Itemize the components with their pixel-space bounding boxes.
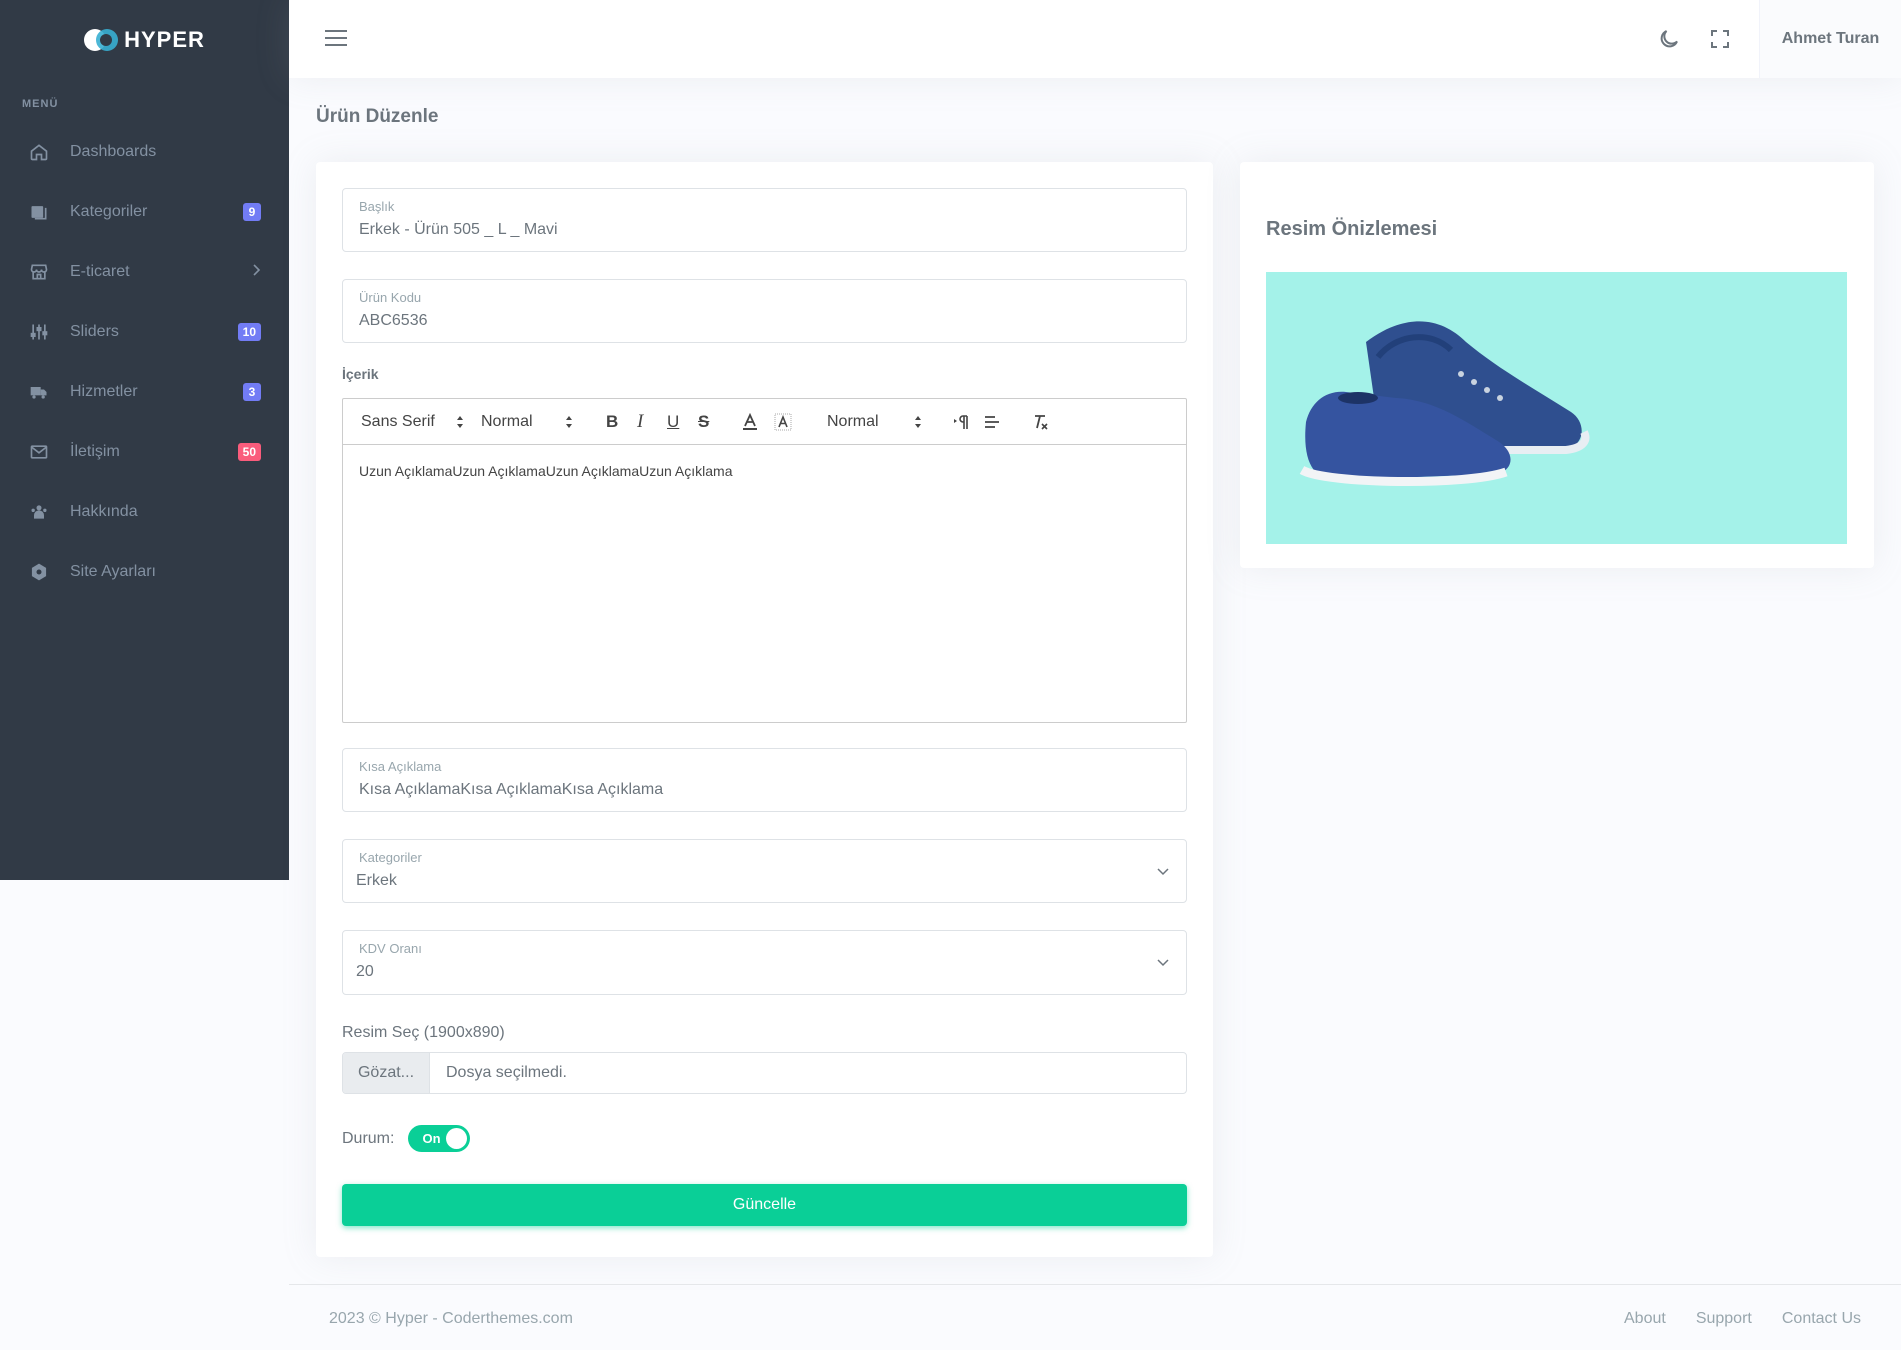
sliders-icon <box>28 321 50 343</box>
sidebar-item-label: Hakkında <box>70 503 138 520</box>
count-badge: 50 <box>237 443 261 461</box>
users-icon <box>28 501 50 523</box>
menu-toggle-icon[interactable] <box>325 30 347 48</box>
user-menu[interactable]: Ahmet Turan <box>1759 0 1901 78</box>
background-color-icon[interactable] <box>774 399 792 445</box>
image-file-input[interactable]: Gözat... Dosya seçilmedi. <box>342 1052 1187 1094</box>
layers-icon <box>28 201 50 223</box>
field-label: Başlık <box>359 199 395 214</box>
field-value: 20 <box>356 963 374 980</box>
icerik-label: İçerik <box>342 366 379 382</box>
sidebar-item-hizmetler[interactable]: Hizmetler 3 <box>0 362 289 422</box>
field-value: ABC6536 <box>359 312 428 329</box>
topbar: Ahmet Turan <box>289 0 1901 78</box>
align-icon[interactable] <box>983 399 1001 445</box>
kdv-select[interactable]: KDV Oranı 20 <box>342 930 1187 995</box>
sidebar-item-label: Dashboards <box>70 143 157 160</box>
size-select[interactable]: Normal <box>481 399 533 445</box>
sidebar-item-dashboards[interactable]: Dashboards <box>0 122 289 182</box>
footer: 2023 © Hyper - Coderthemes.com About Sup… <box>289 1284 1901 1350</box>
sidebar-item-site-ayarlari[interactable]: Site Ayarları <box>0 542 289 602</box>
text-color-icon[interactable] <box>741 399 759 445</box>
fullscreen-icon[interactable] <box>1708 27 1732 51</box>
kisa-aciklama-field[interactable]: Kısa Açıklama Kısa AçıklamaKısa Açıklama… <box>342 748 1187 812</box>
chevron-down-icon <box>1157 868 1169 876</box>
copyright: 2023 © Hyper - Coderthemes.com <box>329 1310 573 1327</box>
sidebar-item-iletisim[interactable]: İletişim 50 <box>0 422 289 482</box>
product-form-card: Başlık Erkek - Ürün 505 _ L _ Mavi Ürün … <box>316 162 1213 1257</box>
mail-icon <box>28 441 50 463</box>
moon-icon[interactable] <box>1657 27 1681 51</box>
field-label: Kısa Açıklama <box>359 759 442 774</box>
durum-label: Durum: <box>342 1129 395 1147</box>
sidebar-item-label: İletişim <box>70 443 120 460</box>
status-toggle[interactable]: On <box>408 1125 471 1152</box>
footer-link-support[interactable]: Support <box>1696 1310 1752 1328</box>
toggle-knob <box>446 1128 468 1149</box>
home-icon <box>28 141 50 163</box>
settings-icon <box>28 561 50 583</box>
status-row: Durum: On <box>342 1125 471 1152</box>
page-title: Ürün Düzenle <box>316 106 439 127</box>
chevron-right-icon <box>251 263 261 281</box>
editor-toolbar: Sans Serif Normal B I U S Normal <box>343 399 1186 445</box>
footer-links: About Support Contact Us <box>1624 1310 1861 1328</box>
count-badge: 10 <box>237 323 261 341</box>
shoe-image <box>1299 321 1590 487</box>
sidebar-item-label: Hizmetler <box>70 383 138 400</box>
underline-icon[interactable]: U <box>667 399 679 445</box>
preview-title: Resim Önizlemesi <box>1266 218 1438 240</box>
sidebar-item-label: Sliders <box>70 323 119 340</box>
product-image <box>1266 272 1847 544</box>
updown-icon <box>915 416 921 428</box>
footer-link-contact[interactable]: Contact Us <box>1782 1310 1861 1328</box>
store-icon <box>28 261 50 283</box>
field-value: Erkek <box>356 872 397 889</box>
update-button[interactable]: Güncelle <box>342 1184 1187 1226</box>
count-badge: 9 <box>243 203 261 221</box>
menu-title: MENÜ <box>22 98 59 110</box>
logo-icon <box>84 29 119 51</box>
bold-icon[interactable]: B <box>606 399 618 445</box>
brand-logo[interactable]: HYPER <box>0 0 289 80</box>
sidebar-item-kategoriler[interactable]: Kategoriler 9 <box>0 182 289 242</box>
brand-name: HYPER <box>124 27 205 52</box>
browse-button[interactable]: Gözat... <box>343 1053 430 1093</box>
image-preview-card: Resim Önizlemesi <box>1240 162 1874 568</box>
sidebar-item-hakkinda[interactable]: Hakkında <box>0 482 289 542</box>
baslik-field[interactable]: Başlık Erkek - Ürün 505 _ L _ Mavi <box>342 188 1187 252</box>
resim-label: Resim Seç (1900x890) <box>342 1024 505 1041</box>
sidebar-item-e-ticaret[interactable]: E-ticaret <box>0 242 289 302</box>
updown-icon <box>566 416 572 428</box>
toggle-state: On <box>422 1131 441 1146</box>
direction-icon[interactable] <box>953 399 971 445</box>
footer-link-about[interactable]: About <box>1624 1310 1666 1328</box>
header-select[interactable]: Normal <box>827 399 879 445</box>
field-label: Ürün Kodu <box>359 290 422 305</box>
clear-format-icon[interactable] <box>1031 399 1049 445</box>
sidebar-item-sliders[interactable]: Sliders 10 <box>0 302 289 362</box>
rich-text-editor: Sans Serif Normal B I U S Normal Uzun Aç… <box>342 398 1187 723</box>
field-value: Kısa AçıklamaKısa AçıklamaKısa Açıklama <box>359 781 664 798</box>
strike-icon[interactable]: S <box>698 399 709 445</box>
urun-kodu-field[interactable]: Ürün Kodu ABC6536 <box>342 279 1187 343</box>
field-label: Kategoriler <box>359 850 422 865</box>
field-label: KDV Oranı <box>359 941 422 956</box>
sidebar-item-label: Site Ayarları <box>70 563 156 580</box>
italic-icon[interactable]: I <box>637 399 643 445</box>
font-select[interactable]: Sans Serif <box>361 399 435 445</box>
count-badge: 3 <box>243 383 261 401</box>
updown-icon <box>457 416 463 428</box>
kategoriler-select[interactable]: Kategoriler Erkek <box>342 839 1187 903</box>
chevron-down-icon <box>1157 959 1169 967</box>
file-status: Dosya seçilmedi. <box>446 1064 567 1081</box>
editor-content[interactable]: Uzun AçıklamaUzun AçıklamaUzun AçıklamaU… <box>343 445 1186 497</box>
sidebar-item-label: E-ticaret <box>70 263 130 280</box>
sidebar-item-label: Kategoriler <box>70 203 148 220</box>
truck-icon <box>28 381 50 403</box>
left-sidebar: HYPER MENÜ Dashboards Kategoriler 9 E-ti… <box>0 0 289 880</box>
user-name: Ahmet Turan <box>1781 30 1880 47</box>
field-value: Erkek - Ürün 505 _ L _ Mavi <box>359 221 558 238</box>
